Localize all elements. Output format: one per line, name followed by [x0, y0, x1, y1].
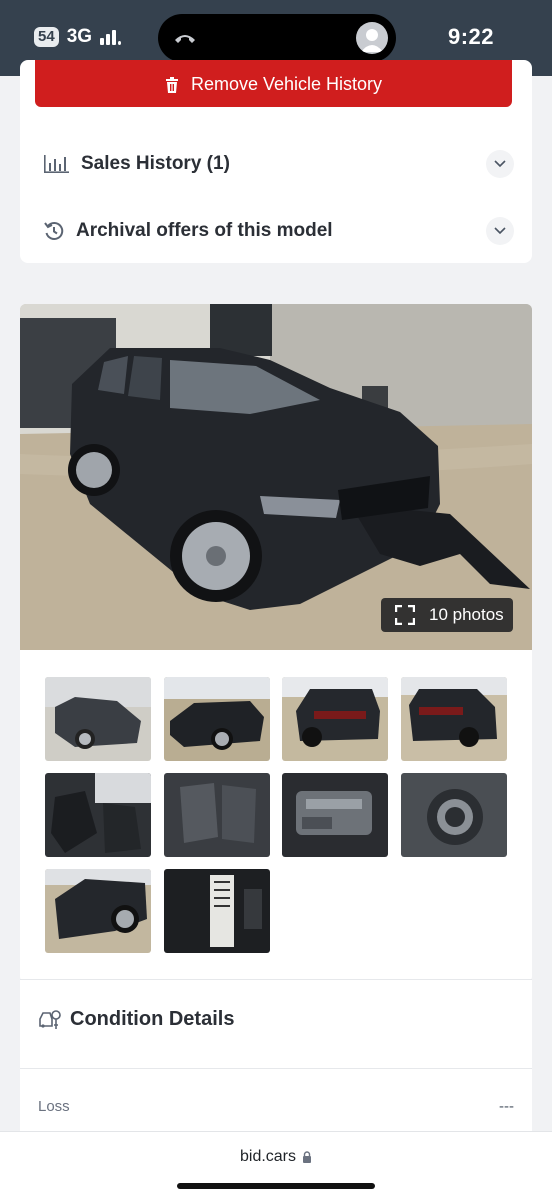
archival-offers-accordion[interactable]: Archival offers of this model [44, 211, 514, 251]
thumbnail-rear-right[interactable] [401, 677, 507, 761]
divider [20, 979, 532, 980]
browser-bottom-bar: bid.cars [0, 1131, 552, 1198]
archival-offers-label: Archival offers of this model [76, 220, 333, 241]
chevron-down-icon[interactable] [486, 150, 514, 178]
call-duration-badge: 54 [34, 27, 59, 47]
divider [20, 1068, 532, 1069]
thumbnail-interior-detail[interactable] [401, 773, 507, 857]
photos-count-label: 10 photos [429, 605, 504, 624]
thumbnail-door-jamb-label[interactable] [164, 869, 270, 953]
thumbnail-front-damage-close[interactable] [45, 869, 151, 953]
thumbnail-rear-seats[interactable] [164, 773, 270, 857]
loss-label: Loss [38, 1098, 70, 1115]
car-condition-icon [39, 1009, 61, 1029]
thumbnail-front-seats[interactable] [45, 773, 151, 857]
remove-vehicle-history-button[interactable]: Remove Vehicle History [35, 60, 512, 107]
network-type: 3G [66, 26, 93, 47]
contact-avatar-icon [356, 22, 388, 54]
remove-vehicle-history-label: Remove Vehicle History [190, 74, 383, 94]
address-bar[interactable]: bid.cars [0, 1148, 552, 1166]
fullscreen-icon [395, 605, 415, 625]
trash-icon [165, 76, 178, 93]
condition-details-heading: Condition Details [38, 1008, 234, 1031]
bar-chart-icon [44, 155, 69, 173]
dynamic-island[interactable] [158, 14, 396, 62]
history-icon [44, 222, 64, 240]
view-all-photos-button[interactable]: 10 photos [381, 598, 513, 632]
condition-card [20, 980, 532, 1140]
url-text: bid.cars [239, 1148, 297, 1165]
thumbnail-rear-left[interactable] [282, 677, 388, 761]
thumbnail-engine-bay[interactable] [282, 773, 388, 857]
lock-icon [303, 1151, 312, 1163]
thumbnail-front-left[interactable] [45, 677, 151, 761]
thumbnail-front-damage[interactable] [164, 677, 270, 761]
home-indicator[interactable] [177, 1183, 375, 1189]
sales-history-label: Sales History (1) [81, 153, 230, 174]
sales-history-accordion[interactable]: Sales History (1) [44, 144, 514, 184]
loss-value: --- [499, 1098, 514, 1115]
status-left: 54 3G [34, 26, 122, 48]
phone-hangup-icon [175, 35, 195, 43]
signal-bars-icon [100, 29, 122, 45]
chevron-down-icon[interactable] [486, 217, 514, 245]
condition-details-title: Condition Details [70, 1008, 235, 1030]
clock: 9:22 [447, 24, 494, 49]
